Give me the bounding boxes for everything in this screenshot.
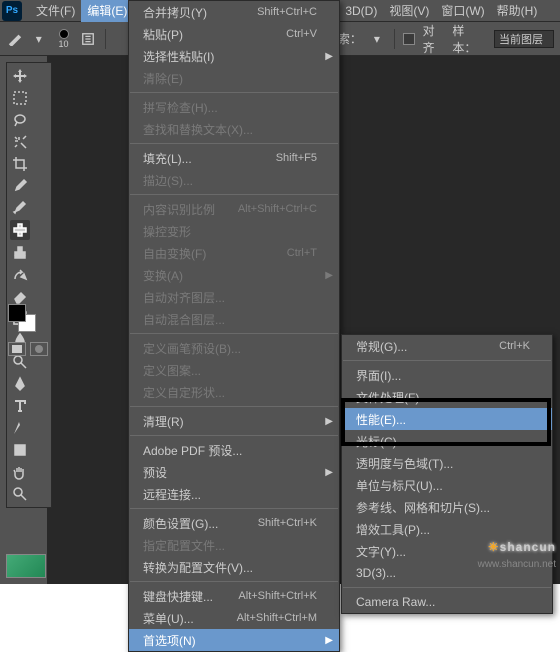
sample-select[interactable] [494,30,554,48]
sample-label: 样本： [452,22,488,56]
menu-edit[interactable]: 编辑(E) [81,0,133,22]
brush-panel-icon[interactable] [79,30,97,48]
lasso-tool[interactable] [10,110,30,130]
tool-preset-icon[interactable] [6,30,24,48]
foreground-color[interactable] [8,304,26,322]
healing-tool[interactable] [10,220,30,240]
path-tool[interactable] [10,418,30,438]
menu-paste[interactable]: 粘贴(P)Ctrl+V [129,23,339,45]
menu-fill[interactable]: 填充(L)...Shift+F5 [129,147,339,169]
stamp-tool[interactable] [10,242,30,262]
prefs-transparency[interactable]: 透明度与色域(T)... [342,452,552,474]
menu-3d[interactable]: 3D(D) [339,0,383,22]
brush-dot-icon [59,29,69,39]
menu-auto-align: 自动对齐图层... [129,286,339,308]
shape-tool[interactable] [10,440,30,460]
menu-free-transform: 自由变换(F)Ctrl+T [129,242,339,264]
thumbnail [6,554,46,578]
hand-tool[interactable] [10,462,30,482]
search-label: 索： [338,30,362,47]
menu-find-replace: 查找和替换文本(X)... [129,118,339,140]
menu-brush-preset: 定义画笔预设(B)... [129,337,339,359]
menu-assign-profile: 指定配置文件... [129,534,339,556]
menu-auto-blend: 自动混合图层... [129,308,339,330]
align-checkbox[interactable] [403,33,415,45]
watermark: ☀shancun [488,535,556,556]
menu-help[interactable]: 帮助(H) [491,0,544,22]
menu-window[interactable]: 窗口(W) [435,0,490,22]
menu-content-scale: 内容识别比例Alt+Shift+Ctrl+C [129,198,339,220]
menu-view[interactable]: 视图(V) [383,0,435,22]
brush-tool[interactable] [10,198,30,218]
eyedropper-tool[interactable] [10,176,30,196]
menu-pdf-preset[interactable]: Adobe PDF 预设... [129,439,339,461]
menu-preferences[interactable]: 首选项(N)▶ [129,629,339,651]
edit-menu: 合并拷贝(Y)Shift+Ctrl+C 粘贴(P)Ctrl+V 选择性粘贴(I)… [128,0,340,652]
align-label: 对齐 [423,22,447,56]
prefs-camera-raw[interactable]: Camera Raw... [342,591,552,613]
menu-transform: 变换(A)▶ [129,264,339,286]
prefs-guides[interactable]: 参考线、网格和切片(S)... [342,496,552,518]
move-tool[interactable] [10,66,30,86]
prefs-general[interactable]: 常规(G)...Ctrl+K [342,335,552,357]
wand-tool[interactable] [10,132,30,152]
pen-tool[interactable] [10,374,30,394]
app-logo: Ps [2,1,22,21]
menu-clear: 清除(E) [129,67,339,89]
type-tool[interactable] [10,396,30,416]
menu-file[interactable]: 文件(F) [30,0,81,22]
eraser-tool[interactable] [10,286,30,306]
marquee-tool[interactable] [10,88,30,108]
menu-purge[interactable]: 清理(R)▶ [129,410,339,432]
menu-remote[interactable]: 远程连接... [129,483,339,505]
prefs-performance[interactable]: 性能(E)... [342,408,552,430]
menu-presets[interactable]: 预设▶ [129,461,339,483]
menu-shortcuts[interactable]: 键盘快捷键...Alt+Shift+Ctrl+K [129,585,339,607]
menu-merge-copy[interactable]: 合并拷贝(Y)Shift+Ctrl+C [129,1,339,23]
menu-pattern: 定义图案... [129,359,339,381]
menu-custom-shape: 定义自定形状... [129,381,339,403]
crop-tool[interactable] [10,154,30,174]
menu-convert-profile[interactable]: 转换为配置文件(V)... [129,556,339,578]
watermark-url: www.shancun.net [478,559,556,570]
chevron-down-icon[interactable]: ▾ [30,30,48,48]
menu-color-settings[interactable]: 颜色设置(G)...Shift+Ctrl+K [129,512,339,534]
screen-mode-icon[interactable] [30,342,48,356]
prefs-file-handling[interactable]: 文件处理(F)... [342,386,552,408]
preferences-submenu: 常规(G)...Ctrl+K 界面(I)... 文件处理(F)... 性能(E)… [341,334,553,614]
menu-menus[interactable]: 菜单(U)...Alt+Shift+Ctrl+M [129,607,339,629]
menu-paste-special[interactable]: 选择性粘贴(I)▶ [129,45,339,67]
menu-stroke: 描边(S)... [129,169,339,191]
menu-spell: 拼写检查(H)... [129,96,339,118]
prefs-interface[interactable]: 界面(I)... [342,364,552,386]
prefs-cursors[interactable]: 光标(C)... [342,430,552,452]
brush-size[interactable]: 10 [54,29,74,49]
quick-mask-icon[interactable] [8,342,26,356]
chevron-down-icon[interactable]: ▾ [368,30,386,48]
brush-size-value: 10 [59,39,69,49]
menu-puppet: 操控变形 [129,220,339,242]
zoom-tool[interactable] [10,484,30,504]
prefs-units[interactable]: 单位与标尺(U)... [342,474,552,496]
tools-panel [6,62,52,508]
history-brush-tool[interactable] [10,264,30,284]
